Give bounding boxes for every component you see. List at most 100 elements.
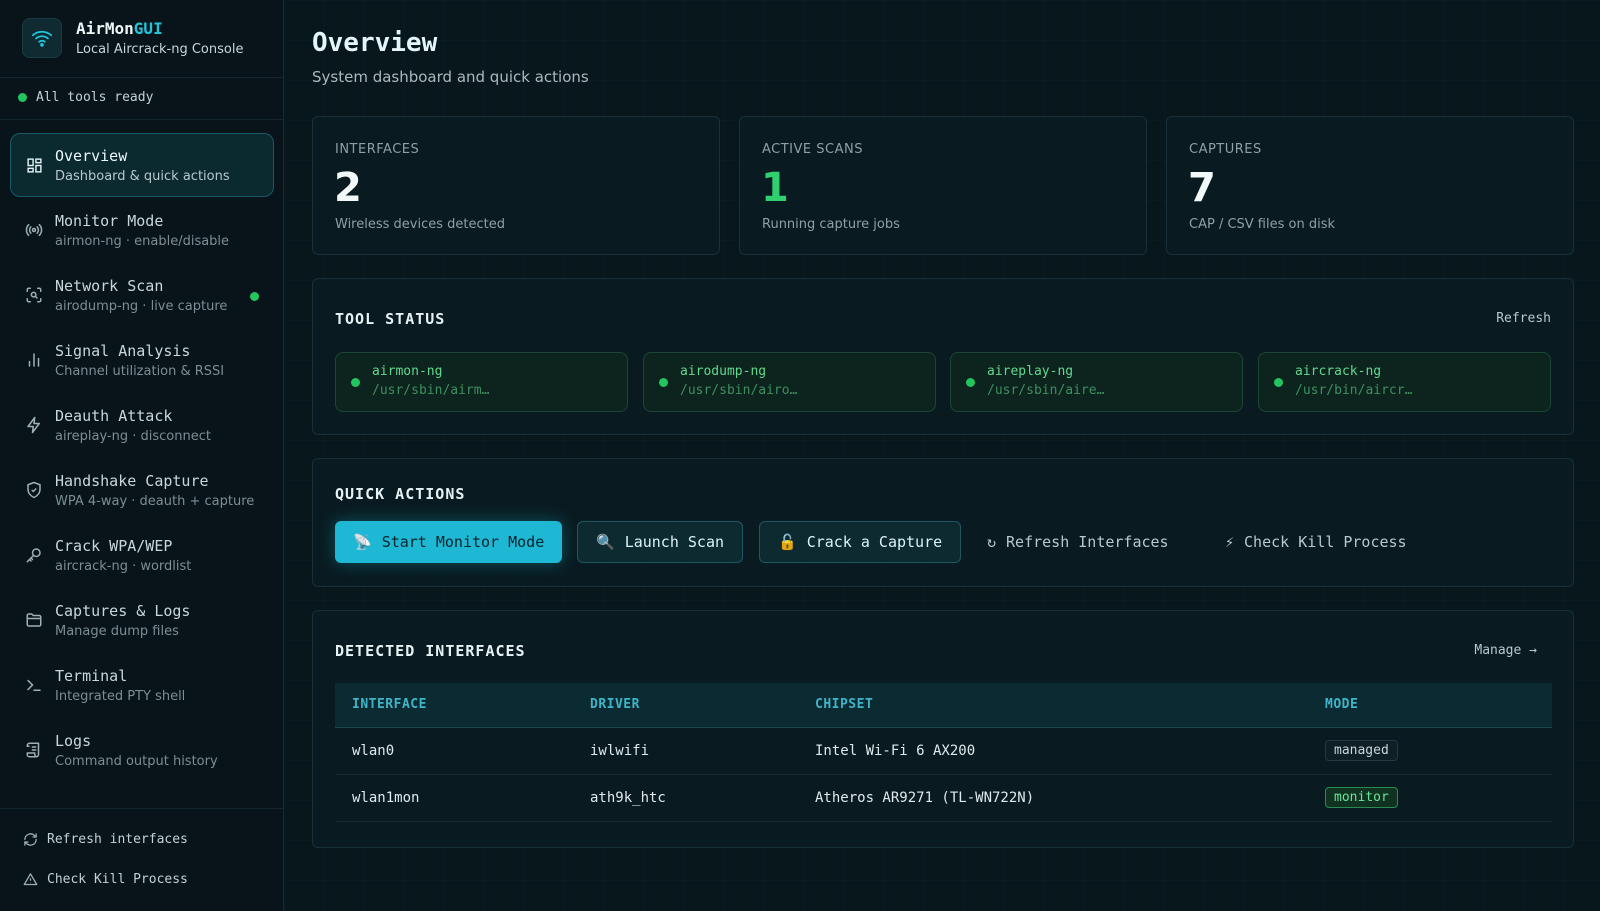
check-kill-process-link[interactable]: Check Kill Process <box>22 871 188 887</box>
refresh-interfaces-label: Refresh interfaces <box>47 831 188 847</box>
sidebar-item-title: Captures & Logs <box>55 601 191 620</box>
sidebar-item-title: Overview <box>55 146 128 165</box>
cell-chipset: Atheros AR9271 (TL-WN722N) <box>798 774 1308 822</box>
tool-path: /usr/sbin/airo… <box>680 383 798 398</box>
main-content: Overview System dashboard and quick acti… <box>284 0 1600 911</box>
broadcast-icon <box>25 221 43 239</box>
stat-description: CAP / CSV files on disk <box>1189 217 1336 232</box>
folder-icon <box>25 611 43 629</box>
app-title: AirMonGUI <box>76 19 163 38</box>
cell-chipset: Intel Wi-Fi 6 AX200 <box>798 727 1308 775</box>
stat-description: Wireless devices detected <box>335 217 505 232</box>
sidebar-item-logs[interactable]: Logs Command output history <box>10 718 274 782</box>
refresh-interfaces-button[interactable]: ↻ Refresh Interfaces <box>987 521 1169 563</box>
sidebar-item-network-scan[interactable]: Network Scan airodump-ng · live capture <box>10 263 274 327</box>
stat-value: 2 <box>334 165 362 211</box>
table-row[interactable]: wlan0 iwlwifi Intel Wi-Fi 6 AX200 manage… <box>335 727 1552 775</box>
satellite-icon: 📡 <box>353 533 372 551</box>
stat-label: CAPTURES <box>1189 142 1262 157</box>
manage-link[interactable]: Manage → <box>1474 643 1537 658</box>
sidebar-item-terminal[interactable]: Terminal Integrated PTY shell <box>10 653 274 717</box>
sidebar-item-subtitle: airodump-ng · live capture <box>55 298 228 314</box>
page-subtitle: System dashboard and quick actions <box>312 68 589 86</box>
bar-chart-icon <box>25 351 43 369</box>
start-monitor-mode-button[interactable]: 📡 Start Monitor Mode <box>335 521 563 563</box>
sidebar-item-title: Deauth Attack <box>55 406 173 425</box>
sidebar-item-overview[interactable]: Overview Dashboard & quick actions <box>10 133 274 197</box>
status-dot <box>1274 378 1283 387</box>
page-title: Overview <box>312 28 438 58</box>
sidebar-item-subtitle: WPA 4-way · deauth + capture <box>55 493 255 509</box>
section-title: QUICK ACTIONS <box>335 485 466 503</box>
section-title: TOOL STATUS <box>335 310 446 328</box>
sidebar-item-crack-wpa-wep[interactable]: Crack WPA/WEP aircrack-ng · wordlist <box>10 523 274 587</box>
tool-path: /usr/sbin/aire… <box>987 383 1105 398</box>
button-label: Check Kill Process <box>1244 533 1407 551</box>
wifi-icon <box>22 18 62 58</box>
mode-badge: monitor <box>1325 787 1398 808</box>
sidebar-item-captures-logs[interactable]: Captures & Logs Manage dump files <box>10 588 274 652</box>
stat-value: 7 <box>1188 165 1216 211</box>
sidebar-item-title: Monitor Mode <box>55 211 164 230</box>
column-header: MODE <box>1308 683 1552 728</box>
sidebar-item-signal-analysis[interactable]: Signal Analysis Channel utilization & RS… <box>10 328 274 392</box>
sidebar-item-handshake-capture[interactable]: Handshake Capture WPA 4-way · deauth + c… <box>10 458 274 522</box>
stat-description: Running capture jobs <box>762 217 900 232</box>
check-kill-process-button[interactable]: ⚡ Check Kill Process <box>1225 521 1407 563</box>
sidebar-item-title: Terminal <box>55 666 128 685</box>
terminal-icon <box>25 676 43 694</box>
crack-capture-button[interactable]: 🔓 Crack a Capture <box>759 521 962 563</box>
sidebar-item-subtitle: aircrack-ng · wordlist <box>55 558 192 574</box>
column-header: DRIVER <box>573 683 798 728</box>
warning-icon <box>22 871 38 887</box>
sidebar-nav: Overview Dashboard & quick actions Monit… <box>10 133 274 783</box>
divider <box>0 77 284 78</box>
divider <box>0 119 284 120</box>
stat-label: ACTIVE SCANS <box>762 142 863 157</box>
sidebar-item-monitor-mode[interactable]: Monitor Mode airmon-ng · enable/disable <box>10 198 274 262</box>
button-label: Start Monitor Mode <box>381 533 545 551</box>
table-header-row: INTERFACE DRIVER CHIPSET MODE <box>335 683 1552 728</box>
launch-scan-button[interactable]: 🔍 Launch Scan <box>577 521 744 563</box>
status-indicator: All tools ready <box>18 90 153 105</box>
quick-actions-panel: QUICK ACTIONS 📡 Start Monitor Mode 🔍 Lau… <box>312 458 1574 587</box>
unlock-icon: 🔓 <box>778 533 797 551</box>
app-subtitle: Local Aircrack-ng Console <box>76 42 244 57</box>
tool-card-aireplay-ng: aireplay-ng /usr/sbin/aire… <box>950 352 1243 412</box>
tool-name: airmon-ng <box>372 364 443 379</box>
sidebar: AirMonGUI Local Aircrack-ng Console All … <box>0 0 284 911</box>
column-header: INTERFACE <box>335 683 573 728</box>
sidebar-item-title: Network Scan <box>55 276 164 295</box>
sidebar-item-title: Signal Analysis <box>55 341 191 360</box>
status-dot <box>351 378 360 387</box>
scroll-icon <box>25 741 43 759</box>
check-kill-process-label: Check Kill Process <box>47 871 188 887</box>
tool-card-aircrack-ng: aircrack-ng /usr/bin/aircr… <box>1258 352 1551 412</box>
refresh-button[interactable]: Refresh <box>1496 311 1551 326</box>
sidebar-item-subtitle: Command output history <box>55 753 218 769</box>
stat-card-interfaces: INTERFACES 2 Wireless devices detected <box>312 116 720 255</box>
refresh-icon <box>22 831 38 847</box>
scan-icon <box>25 286 43 304</box>
status-dot <box>659 378 668 387</box>
key-icon <box>25 546 43 564</box>
sidebar-item-title: Handshake Capture <box>55 471 209 490</box>
tool-path: /usr/bin/aircr… <box>1295 383 1413 398</box>
stat-card-active-scans: ACTIVE SCANS 1 Running capture jobs <box>739 116 1147 255</box>
cell-mode: managed <box>1308 727 1552 775</box>
lightning-icon: ⚡ <box>1225 533 1235 551</box>
sidebar-item-deauth-attack[interactable]: Deauth Attack aireplay-ng · disconnect <box>10 393 274 457</box>
refresh-interfaces-link[interactable]: Refresh interfaces <box>22 831 188 847</box>
column-header: CHIPSET <box>798 683 1308 728</box>
sidebar-item-subtitle: Integrated PTY shell <box>55 688 186 704</box>
tool-status-panel: TOOL STATUS Refresh airmon-ng /usr/sbin/… <box>312 278 1574 435</box>
sidebar-item-title: Crack WPA/WEP <box>55 536 173 555</box>
divider <box>0 808 284 809</box>
table-row[interactable]: wlan1mon ath9k_htc Atheros AR9271 (TL-WN… <box>335 774 1552 822</box>
dashboard-icon <box>25 156 43 174</box>
sidebar-item-subtitle: Channel utilization & RSSI <box>55 363 225 379</box>
cell-interface: wlan0 <box>335 727 573 775</box>
tool-path: /usr/sbin/airm… <box>372 383 490 398</box>
stat-value: 1 <box>761 165 789 211</box>
button-label: Refresh Interfaces <box>1006 533 1169 551</box>
